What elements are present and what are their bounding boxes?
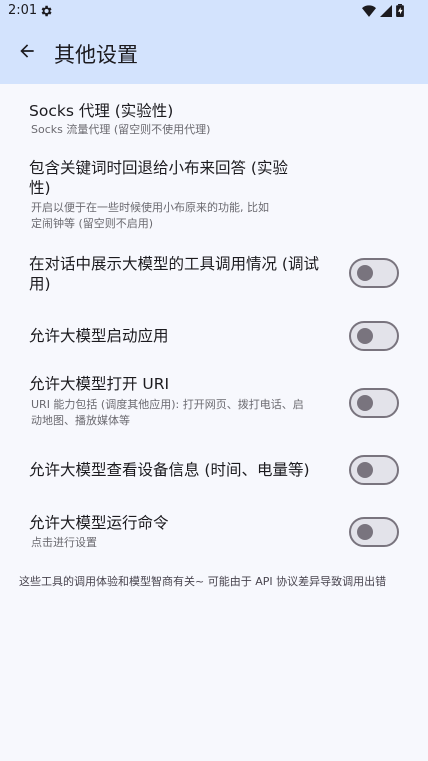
setting-open-uri[interactable]: 允许大模型打开 URI URI 能力包括 (调度其他应用): 打开网页、拨打电话… <box>0 368 428 438</box>
status-bar: 2:01 <box>0 0 428 24</box>
setting-desc-line: 开启以便于在一些时候使用小布原来的功能, 比如 <box>31 201 269 214</box>
setting-show-tool-calls[interactable]: 在对话中展示大模型的工具调用情况 (调试 用) <box>0 244 428 304</box>
setting-device-info[interactable]: 允许大模型查看设备信息 (时间、电量等) <box>0 448 428 492</box>
setting-title-line: 性) <box>29 179 51 197</box>
toggle-switch-device-info[interactable] <box>349 455 399 485</box>
toggle-switch-launch-apps[interactable] <box>349 321 399 351</box>
page-title: 其他设置 <box>54 43 138 67</box>
toggle-switch-show-tool-calls[interactable] <box>349 258 399 288</box>
toggle-knob <box>357 328 373 344</box>
setting-run-commands[interactable]: 允许大模型运行命令 点击进行设置 <box>0 508 428 560</box>
status-icons <box>362 4 404 17</box>
toggle-knob <box>357 265 373 281</box>
setting-title: 允许大模型运行命令 <box>29 514 169 532</box>
toggle-switch-run-commands[interactable] <box>349 517 399 547</box>
footnote: 这些工具的调用体验和模型智商有关~ 可能由于 API 协议差异导致调用出错 <box>19 575 387 588</box>
cellular-signal-icon <box>380 4 392 17</box>
setting-desc-line: 动地图、播放媒体等 <box>31 414 130 427</box>
setting-keyword-fallback[interactable]: 包含关键词时回退给小布来回答 (实验 性) 开启以便于在一些时候使用小布原来的功… <box>0 148 428 234</box>
setting-title: 允许大模型启动应用 <box>29 327 169 345</box>
setting-title-line: 包含关键词时回退给小布来回答 (实验 <box>29 159 288 177</box>
battery-charging-icon <box>396 4 404 17</box>
toggle-switch-open-uri[interactable] <box>349 388 399 418</box>
toggle-knob <box>357 395 373 411</box>
setting-title: 允许大模型打开 URI <box>29 375 170 393</box>
settings-gear-icon <box>41 5 52 17</box>
setting-launch-apps[interactable]: 允许大模型启动应用 <box>0 314 428 358</box>
status-time: 2:01 <box>8 3 38 18</box>
toggle-knob <box>357 462 373 478</box>
setting-title: Socks 代理 (实验性) <box>29 102 174 120</box>
toggle-knob <box>357 524 373 540</box>
setting-desc: 点击进行设置 <box>31 536 97 549</box>
arrow-back-icon <box>20 44 34 58</box>
setting-title: 允许大模型查看设备信息 (时间、电量等) <box>29 461 310 479</box>
setting-socks-proxy[interactable]: Socks 代理 (实验性) Socks 流量代理 (留空则不使用代理) <box>0 84 428 142</box>
setting-title-line: 用) <box>29 275 51 293</box>
setting-title-line: 在对话中展示大模型的工具调用情况 (调试 <box>29 255 319 273</box>
app-bar: 其他设置 <box>0 24 428 84</box>
back-button[interactable] <box>12 36 42 66</box>
wifi-icon <box>362 4 376 17</box>
setting-desc-line: URI 能力包括 (调度其他应用): 打开网页、拨打电话、启 <box>31 398 304 411</box>
setting-desc-line: 定闹钟等 (留空则不启用) <box>31 217 154 230</box>
setting-desc: Socks 流量代理 (留空则不使用代理) <box>31 123 211 136</box>
